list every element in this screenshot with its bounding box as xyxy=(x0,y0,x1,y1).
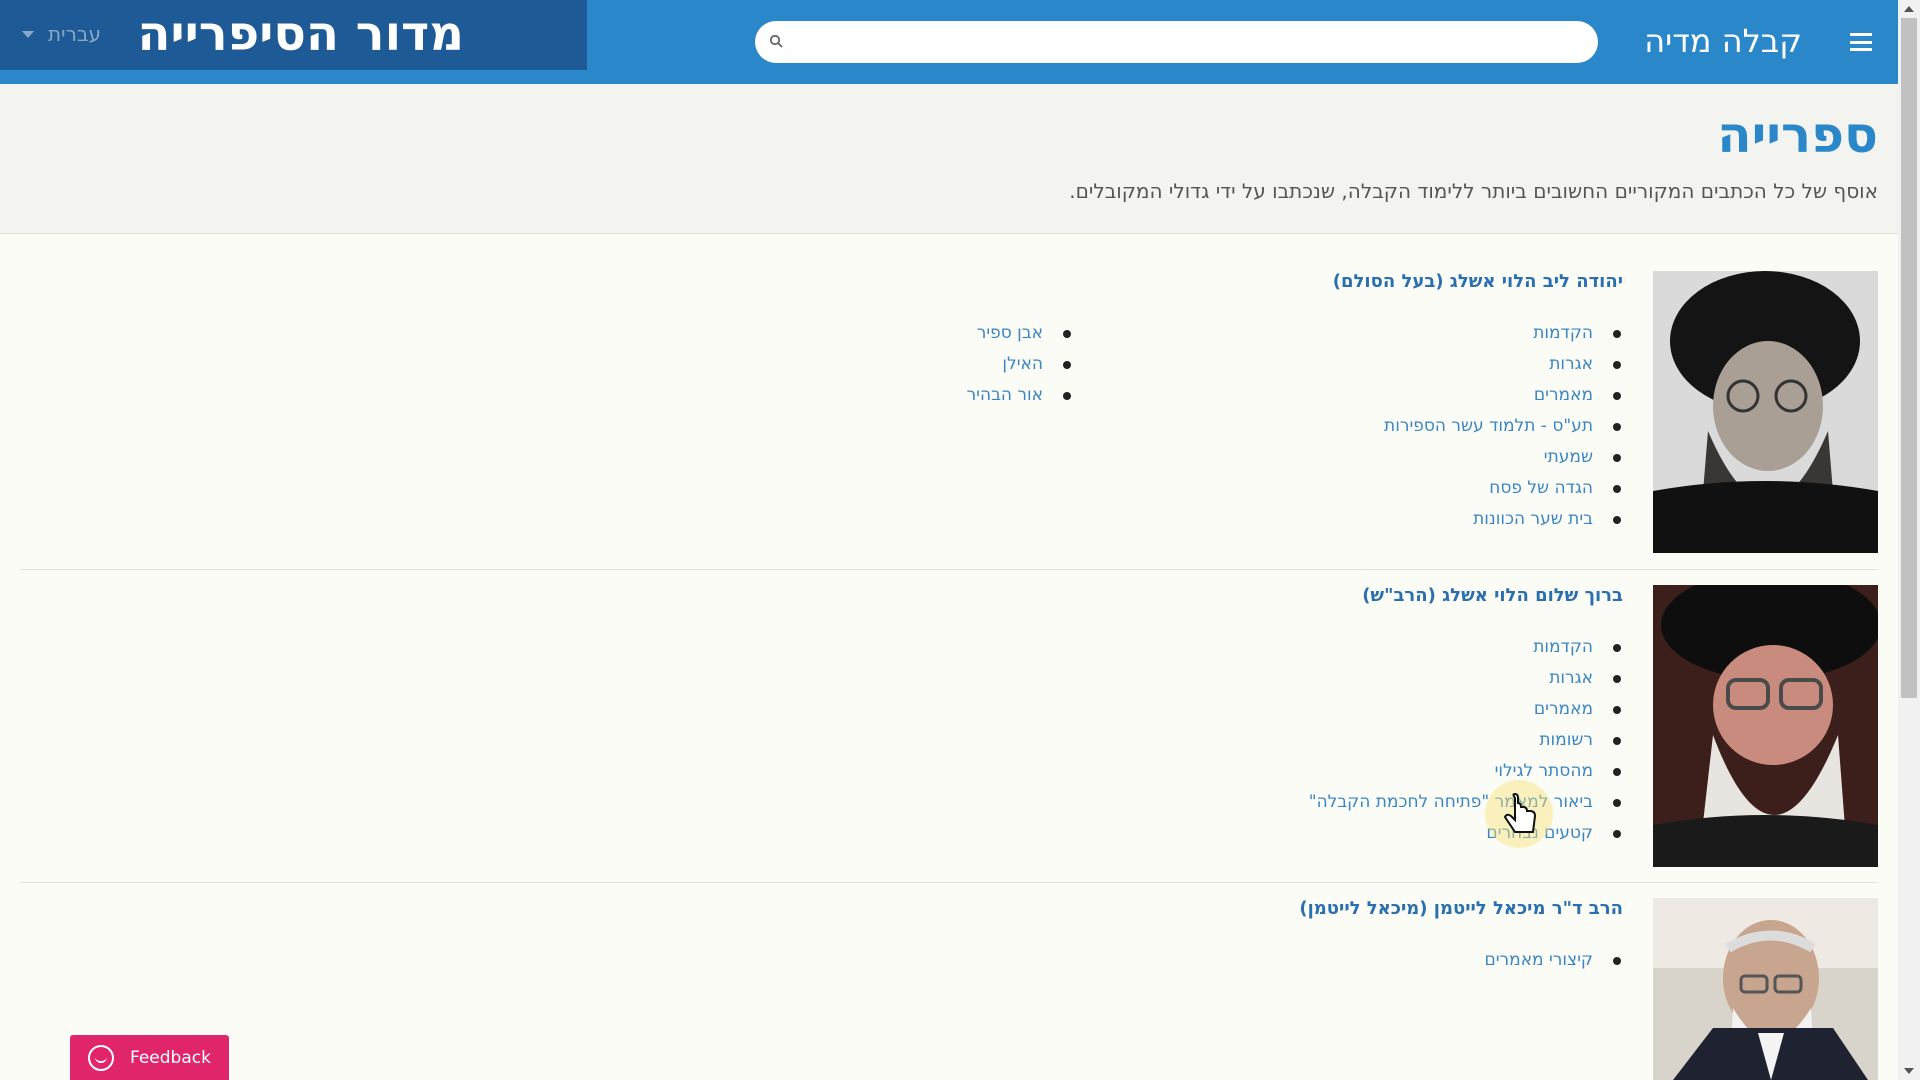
feedback-button[interactable]: Feedback xyxy=(70,1035,229,1080)
author-name[interactable]: ברוך שלום הלוי אשלג (הרב"ש) xyxy=(1362,585,1623,606)
scrollbar-thumb[interactable] xyxy=(1901,18,1917,698)
author-name[interactable]: הרב ד"ר מיכאל לייטמן (מיכאל לייטמן) xyxy=(1299,898,1623,919)
author-photo xyxy=(1653,898,1878,1080)
search-box[interactable] xyxy=(755,21,1598,63)
book-link[interactable]: מהסתר לגילוי xyxy=(1309,756,1623,787)
book-list: הקדמות אגרות מאמרים רשומות מהסתר לגילוי … xyxy=(1309,632,1623,849)
page-description: אוסף של כל הכתבים המקוריים החשובים ביותר… xyxy=(1069,179,1878,203)
divider xyxy=(20,882,1878,883)
author-section: יהודה ליב הלוי אשלג (בעל הסולם) הקדמות א… xyxy=(20,271,1878,553)
book-link[interactable]: בית שער הכוונות xyxy=(1384,504,1623,535)
book-list: הקדמות אגרות מאמרים תע"ס - תלמוד עשר הספ… xyxy=(1384,318,1623,535)
book-link[interactable]: אגרות xyxy=(1309,663,1623,694)
language-selector[interactable]: עברית xyxy=(22,22,101,46)
brand-logo-text[interactable]: קבלה מדיה xyxy=(1644,22,1802,60)
author-name[interactable]: יהודה ליב הלוי אשלג (בעל הסולם) xyxy=(1333,271,1623,292)
page-title: ספרייה xyxy=(1717,106,1878,164)
hand-cursor-icon xyxy=(1485,780,1553,848)
book-link[interactable]: הגדה של פסח xyxy=(1384,473,1623,504)
book-link[interactable]: מאמרים xyxy=(1309,694,1623,725)
book-list: אבן ספיר האילן אור הבהיר xyxy=(967,318,1073,411)
book-link[interactable]: רשומות xyxy=(1309,725,1623,756)
top-navigation-bar: מדור הסיפרייה עברית קבלה מדיה xyxy=(0,0,1898,84)
chevron-down-icon xyxy=(22,30,34,38)
book-list: קיצורי מאמרים xyxy=(1484,945,1623,976)
scrollbar[interactable] xyxy=(1898,0,1920,1080)
book-link[interactable]: קטעים נבחרים xyxy=(1309,818,1623,849)
section-header: מדור הסיפרייה עברית xyxy=(0,0,587,70)
book-link[interactable]: קיצורי מאמרים xyxy=(1484,945,1623,976)
author-section: ברוך שלום הלוי אשלג (הרב"ש) הקדמות אגרות… xyxy=(20,585,1878,867)
book-link[interactable]: האילן xyxy=(967,349,1073,380)
book-link[interactable]: ביאור למאמר "פתיחה לחכמת הקבלה" xyxy=(1309,787,1623,818)
book-link[interactable]: הקדמות xyxy=(1309,632,1623,663)
author-section: הרב ד"ר מיכאל לייטמן (מיכאל לייטמן) קיצו… xyxy=(20,898,1878,1080)
scroll-up-arrow-icon[interactable] xyxy=(1904,6,1914,12)
book-link[interactable]: אור הבהיר xyxy=(967,380,1073,411)
book-link[interactable]: שמעתי xyxy=(1384,442,1623,473)
feedback-icon xyxy=(88,1044,114,1071)
feedback-label: Feedback xyxy=(130,1047,211,1068)
book-link[interactable]: אבן ספיר xyxy=(967,318,1073,349)
divider xyxy=(20,569,1878,570)
scroll-down-arrow-icon[interactable] xyxy=(1904,1068,1914,1074)
section-title: מדור הסיפרייה xyxy=(137,6,464,62)
page-intro: ספרייה אוסף של כל הכתבים המקוריים החשובי… xyxy=(0,84,1898,234)
search-icon xyxy=(769,34,783,48)
book-link[interactable]: תע"ס - תלמוד עשר הספירות xyxy=(1384,411,1623,442)
author-photo xyxy=(1653,271,1878,553)
menu-icon[interactable] xyxy=(1850,33,1872,51)
search-input[interactable] xyxy=(795,21,1585,63)
author-photo xyxy=(1653,585,1878,867)
book-link[interactable]: אגרות xyxy=(1384,349,1623,380)
book-link[interactable]: מאמרים xyxy=(1384,380,1623,411)
language-label: עברית xyxy=(48,22,101,46)
book-link[interactable]: הקדמות xyxy=(1384,318,1623,349)
